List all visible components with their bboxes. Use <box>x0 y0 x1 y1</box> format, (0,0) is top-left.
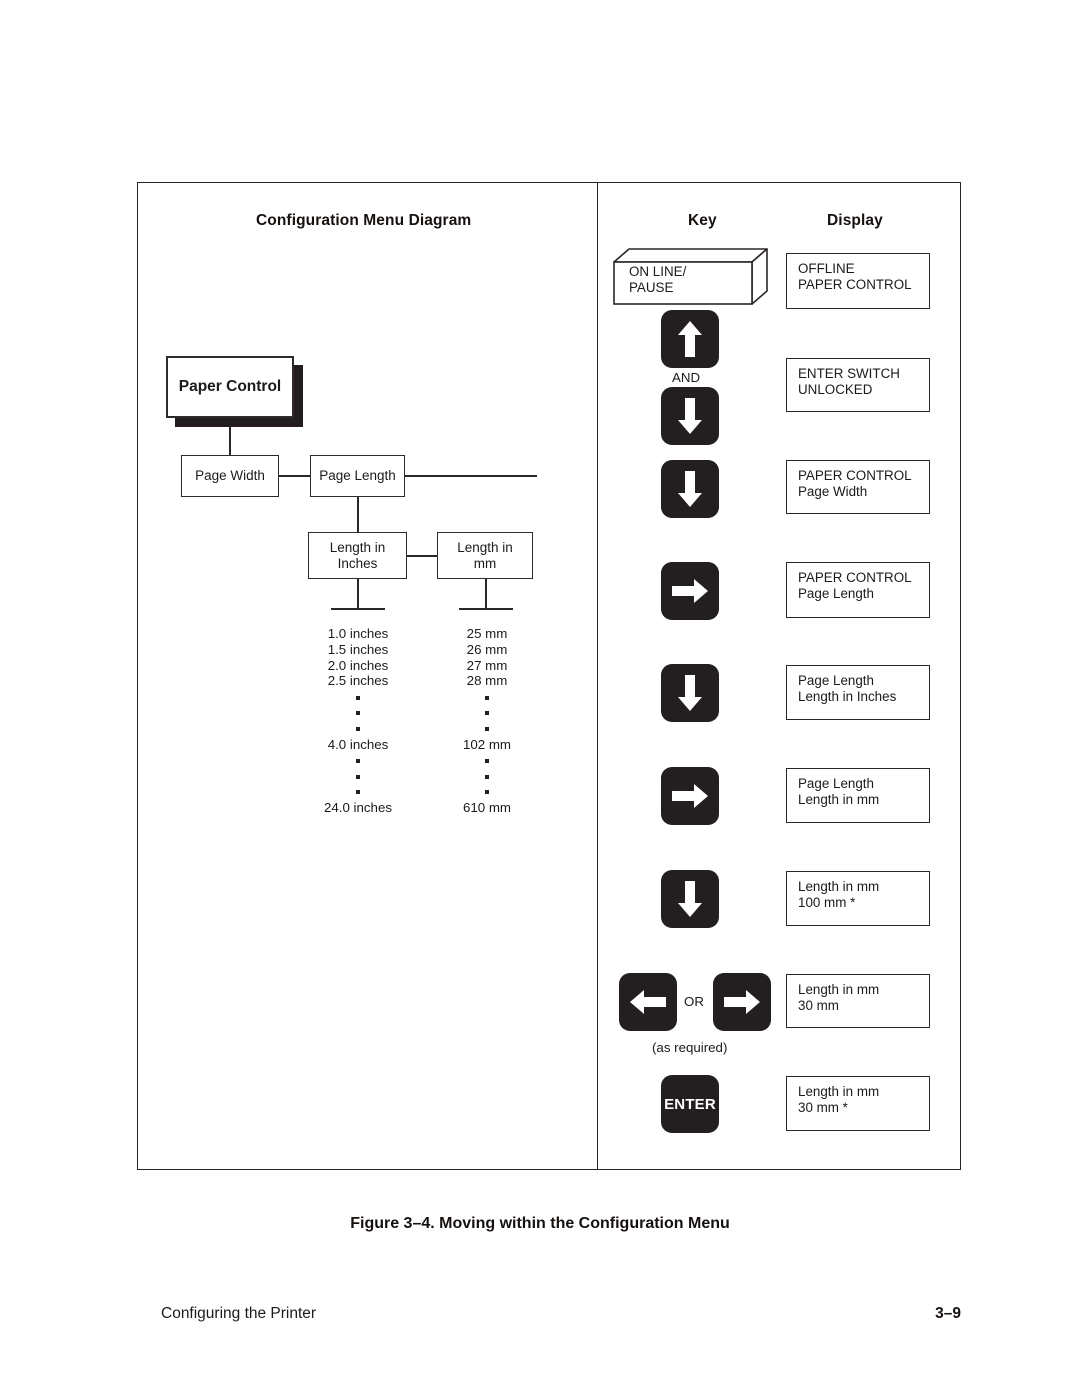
inches-value: 1.5 inches <box>327 641 389 657</box>
key-down[interactable] <box>661 387 719 445</box>
display-line-2: 100 mm * <box>798 895 856 911</box>
arrow-down-icon <box>678 881 702 917</box>
arrow-down-icon <box>678 675 702 711</box>
key-enter-label: ENTER <box>664 1095 716 1113</box>
key-conjunction-and: AND <box>672 370 701 385</box>
tree-node-page-length: Page Length <box>310 455 405 497</box>
display-offline-paper-control: OFFLINE PAPER CONTROL <box>786 253 930 309</box>
display-line-2: 30 mm * <box>798 1100 848 1116</box>
display-paper-control-page-width: PAPER CONTROL Page Width <box>786 460 930 514</box>
ellipsis-marks <box>288 689 428 736</box>
key-down[interactable] <box>661 460 719 518</box>
arrow-right-icon <box>724 990 760 1014</box>
display-line-1: Page Length <box>798 776 874 791</box>
key-down[interactable] <box>661 664 719 722</box>
key-right[interactable] <box>661 767 719 825</box>
mm-value: 102 mm <box>462 736 512 752</box>
footer-page-number: 3–9 <box>935 1305 961 1322</box>
tree-node-length-in-inches-line1: Length in <box>329 539 386 555</box>
inches-value: 2.5 inches <box>327 673 389 689</box>
inches-value: 4.0 inches <box>327 736 389 752</box>
figure-caption: Figure 3–4. Moving within the Configurat… <box>350 1215 730 1232</box>
tree-connector-mm-stem <box>485 579 487 610</box>
tree-connector-inches-foot <box>331 608 385 611</box>
footer-chapter-title: Configuring the Printer <box>161 1305 317 1322</box>
display-line-2: Length in mm <box>798 792 880 808</box>
display-line-2: UNLOCKED <box>798 382 873 398</box>
tree-connector-level3-bar <box>407 555 437 557</box>
ellipsis-marks <box>427 689 547 736</box>
key-note-as-required: (as required) <box>652 1040 728 1055</box>
figure-column-divider <box>597 182 598 1170</box>
tree-connector-inches-stem <box>357 579 359 610</box>
display-line-2: Page Length <box>798 586 874 602</box>
tree-connector-level2-continuation <box>405 475 537 477</box>
tree-node-length-in-inches: Length in Inches <box>308 532 407 579</box>
display-length-in-mm-30-saved: Length in mm 30 mm * <box>786 1076 930 1131</box>
key-left[interactable] <box>619 973 677 1031</box>
arrow-right-icon <box>672 784 708 808</box>
key-right[interactable] <box>713 973 771 1031</box>
key-up[interactable] <box>661 310 719 368</box>
display-column-heading: Display <box>827 212 883 229</box>
display-line-1: Length in mm <box>798 1084 880 1099</box>
display-line-2: Page Width <box>798 484 868 500</box>
mm-value: 610 mm <box>462 799 512 815</box>
arrow-down-icon <box>678 471 702 507</box>
arrow-left-icon <box>630 990 666 1014</box>
key-right[interactable] <box>661 562 719 620</box>
configuration-menu-diagram-heading: Configuration Menu Diagram <box>256 212 472 229</box>
inches-value-list: 1.0 inches 1.5 inches 2.0 inches 2.5 inc… <box>288 626 428 816</box>
key-column-heading: Key <box>688 212 717 229</box>
arrow-up-icon <box>678 321 702 357</box>
key-online-pause-line2: PAUSE <box>629 279 674 295</box>
mm-value: 28 mm <box>466 673 508 689</box>
ellipsis-marks <box>288 752 428 799</box>
display-page-length-length-in-mm: Page Length Length in mm <box>786 768 930 823</box>
tree-node-paper-control: Paper Control <box>166 356 294 418</box>
inches-value: 24.0 inches <box>323 799 392 815</box>
inches-value: 1.0 inches <box>327 626 389 641</box>
tree-node-page-width: Page Width <box>181 455 279 497</box>
key-down[interactable] <box>661 870 719 928</box>
tree-connector-level2-bar <box>279 475 310 477</box>
display-line-2: 30 mm <box>798 998 839 1014</box>
display-line-1: Page Length <box>798 673 874 688</box>
display-enter-switch-unlocked: ENTER SWITCH UNLOCKED <box>786 358 930 412</box>
display-line-1: Length in mm <box>798 879 880 894</box>
key-online-pause-line1: ON LINE/ <box>629 264 687 279</box>
inches-value: 2.0 inches <box>327 657 389 673</box>
display-length-in-mm-100: Length in mm 100 mm * <box>786 871 930 926</box>
display-page-length-length-in-inches: Page Length Length in Inches <box>786 665 930 720</box>
display-line-1: ENTER SWITCH <box>798 366 900 381</box>
display-line-1: OFFLINE <box>798 261 855 276</box>
display-length-in-mm-30: Length in mm 30 mm <box>786 974 930 1028</box>
tree-connector-page-length-stem <box>357 497 359 532</box>
display-line-1: Length in mm <box>798 982 880 997</box>
key-conjunction-or: OR <box>684 994 704 1009</box>
display-line-1: PAPER CONTROL <box>798 468 912 483</box>
arrow-right-icon <box>672 579 708 603</box>
tree-node-length-in-inches-line2: Inches <box>337 555 378 571</box>
display-paper-control-page-length: PAPER CONTROL Page Length <box>786 562 930 618</box>
tree-node-length-in-mm: Length in mm <box>437 532 533 579</box>
mm-value: 26 mm <box>466 641 508 657</box>
tree-node-length-in-mm-line2: mm <box>473 555 497 571</box>
arrow-down-icon <box>678 398 702 434</box>
mm-value-list: 25 mm 26 mm 27 mm 28 mm 102 mm 610 mm <box>427 626 547 816</box>
display-line-2: PAPER CONTROL <box>798 277 912 293</box>
tree-connector-mm-foot <box>459 608 513 611</box>
mm-value: 25 mm <box>466 626 508 641</box>
display-line-2: Length in Inches <box>798 689 897 705</box>
display-line-1: PAPER CONTROL <box>798 570 912 585</box>
ellipsis-marks <box>427 752 547 799</box>
key-online-pause[interactable]: ON LINE/ PAUSE <box>613 248 768 306</box>
mm-value: 27 mm <box>466 657 508 673</box>
key-online-pause-label: ON LINE/ PAUSE <box>629 264 686 295</box>
key-enter[interactable]: ENTER <box>661 1075 719 1133</box>
tree-node-length-in-mm-line1: Length in <box>457 539 513 555</box>
